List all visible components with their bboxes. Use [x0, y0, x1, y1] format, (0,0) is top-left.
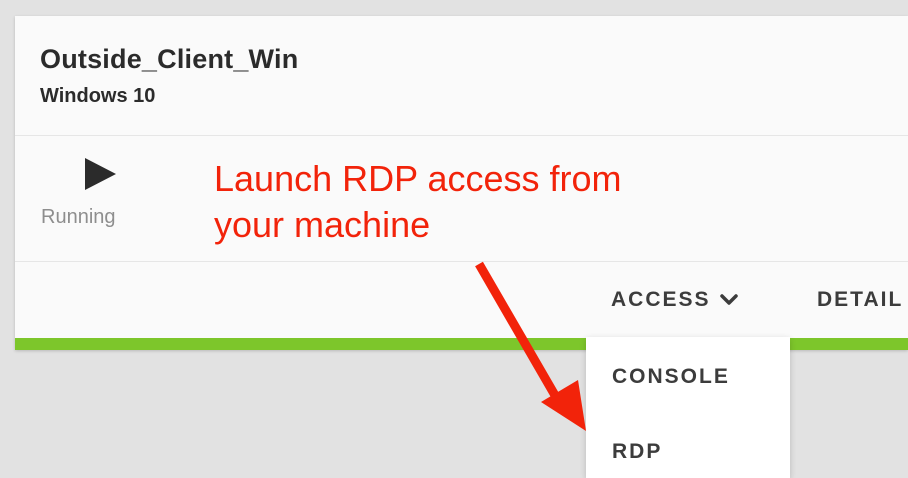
details-button[interactable]: DETAIL [817, 280, 903, 320]
annotation-callout: Launch RDP access from your machine [214, 156, 622, 248]
vm-name: Outside_Client_Win [40, 44, 299, 74]
menu-item-console[interactable]: CONSOLE [612, 365, 730, 389]
status-label: Running [41, 206, 116, 228]
access-dropdown-menu: CONSOLE RDP [586, 337, 790, 478]
vm-os: Windows 10 [40, 85, 156, 107]
annotation-line-2: your machine [214, 204, 431, 245]
vm-status: Running [35, 154, 135, 234]
play-icon [85, 158, 116, 190]
vm-card-header: Outside_Client_Win Windows 10 [15, 16, 908, 135]
divider [15, 135, 908, 136]
access-button-label: ACCESS [611, 288, 711, 311]
chevron-down-icon [719, 294, 738, 305]
menu-item-rdp[interactable]: RDP [612, 440, 662, 464]
access-button[interactable]: ACCESS [611, 280, 739, 320]
details-button-label: DETAIL [817, 288, 904, 311]
annotation-line-1: Launch RDP access from [214, 158, 622, 199]
vm-toolbar: ACCESS DETAIL [15, 262, 908, 338]
